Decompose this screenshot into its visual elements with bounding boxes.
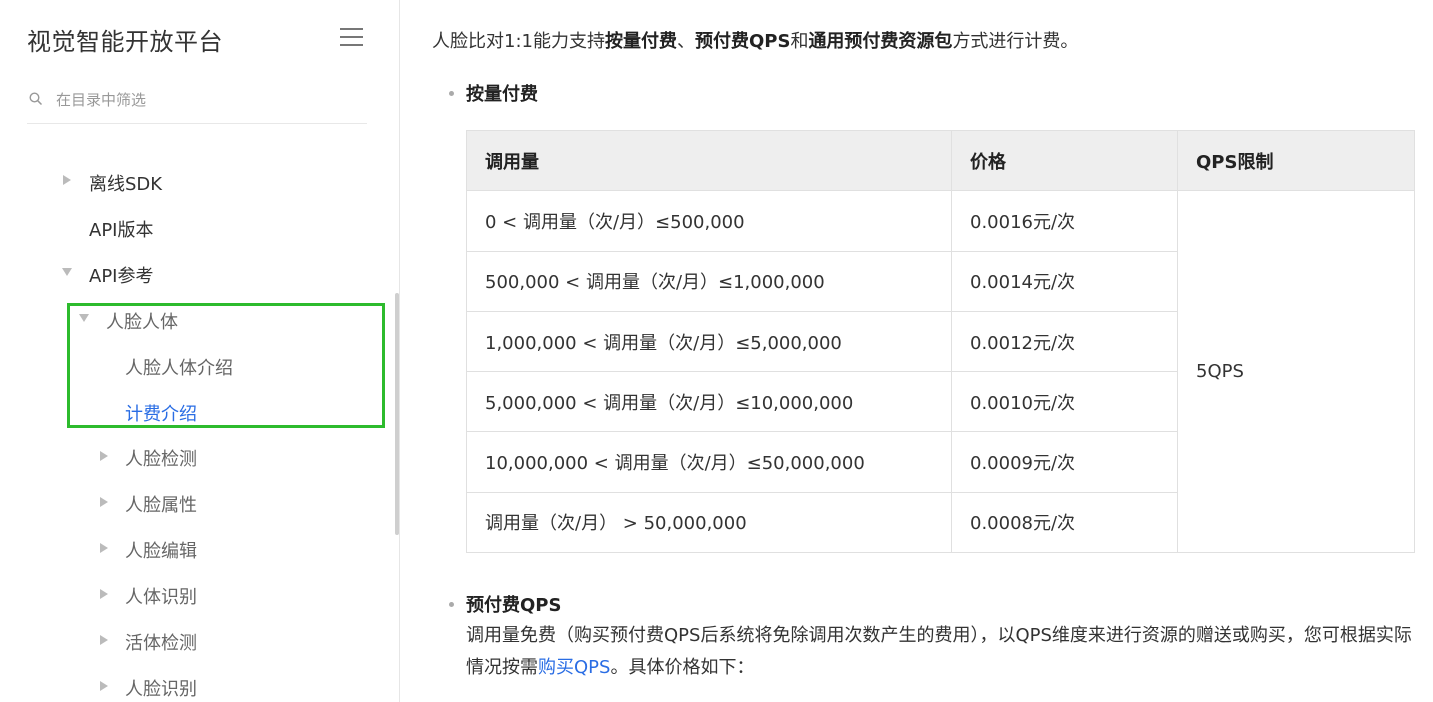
pricing-table: 调用量 价格 QPS限制 0 < 调用量（次/月）≤500,000 0.0016…	[466, 129, 1415, 554]
table-header-price: 价格	[951, 129, 1178, 192]
table-header-row: 调用量 价格 QPS限制	[466, 129, 1415, 192]
expand-arrow-icon[interactable]	[100, 497, 108, 507]
table-cell-price: 0.0012元/次	[951, 310, 1178, 373]
sidebar-item-body-recognition[interactable]: 人体识别	[125, 583, 197, 609]
expand-arrow-icon[interactable]	[100, 681, 108, 691]
expand-arrow-icon[interactable]	[100, 451, 108, 461]
hamburger-menu-icon[interactable]	[340, 28, 363, 46]
highlight-box	[67, 303, 385, 428]
directory-search	[27, 86, 367, 124]
table-cell-qps-limit: 5QPS	[1177, 190, 1415, 554]
table-cell-price: 0.0008元/次	[951, 491, 1178, 554]
table-cell-volume: 500,000 < 调用量（次/月）≤1,000,000	[466, 250, 952, 312]
table-cell-price: 0.0009元/次	[951, 431, 1178, 493]
expand-arrow-icon[interactable]	[100, 543, 108, 553]
sidebar-item-face-detection[interactable]: 人脸检测	[125, 445, 197, 471]
table-cell-price: 0.0010元/次	[951, 371, 1178, 433]
sidebar-item-liveness-detection[interactable]: 活体检测	[125, 629, 197, 655]
expand-arrow-icon[interactable]	[100, 589, 108, 599]
sidebar: 视觉智能开放平台 离线SDK API版本 API参考 人脸人体 人脸人体介绍 计…	[0, 0, 400, 702]
sidebar-item-face-editing[interactable]: 人脸编辑	[125, 537, 197, 563]
sidebar-item-api-reference[interactable]: API参考	[89, 262, 153, 288]
expand-arrow-icon[interactable]	[63, 175, 71, 185]
section-title-prepaid-qps: 预付费QPS	[466, 595, 562, 616]
table-cell-volume: 10,000,000 < 调用量（次/月）≤50,000,000	[466, 431, 952, 493]
sidebar-item-offline-sdk[interactable]: 离线SDK	[89, 170, 162, 196]
table-header-qps: QPS限制	[1177, 129, 1415, 192]
expand-arrow-icon[interactable]	[100, 635, 108, 645]
bullet-dot	[449, 91, 454, 96]
sidebar-item-api-version[interactable]: API版本	[89, 216, 153, 242]
main-content: 人脸比对1:1能力支持按量付费、预付费QPS和通用预付费资源包方式进行计费。 按…	[432, 0, 1422, 702]
table-cell-volume: 1,000,000 < 调用量（次/月）≤5,000,000	[466, 310, 952, 373]
bullet-dot	[449, 602, 454, 607]
search-icon	[29, 92, 43, 106]
table-cell-volume: 0 < 调用量（次/月）≤500,000	[466, 190, 952, 252]
sidebar-item-face-attributes[interactable]: 人脸属性	[125, 491, 197, 517]
table-cell-price: 0.0016元/次	[951, 190, 1178, 252]
section-title-pay-as-you-go: 按量付费	[466, 84, 538, 105]
table-cell-volume: 调用量（次/月） > 50,000,000	[466, 491, 952, 554]
collapse-arrow-icon[interactable]	[62, 268, 72, 276]
table-header-volume: 调用量	[466, 129, 952, 192]
table-cell-volume: 5,000,000 < 调用量（次/月）≤10,000,000	[466, 371, 952, 433]
prepaid-qps-description: 调用量免费（购买预付费QPS后系统将免除调用次数产生的费用），以QPS维度来进行…	[466, 625, 1412, 678]
intro-text: 人脸比对1:1能力支持按量付费、预付费QPS和通用预付费资源包方式进行计费。	[432, 31, 1079, 52]
table-cell-price: 0.0014元/次	[951, 250, 1178, 312]
buy-qps-link[interactable]: 购买QPS	[538, 657, 610, 678]
sidebar-item-face-recognition[interactable]: 人脸识别	[125, 675, 197, 701]
sidebar-scrollbar[interactable]	[395, 293, 399, 535]
platform-title[interactable]: 视觉智能开放平台	[27, 22, 223, 57]
search-input[interactable]	[56, 89, 356, 111]
table-row: 0 < 调用量（次/月）≤500,000 0.0016元/次 5QPS	[466, 190, 1415, 554]
